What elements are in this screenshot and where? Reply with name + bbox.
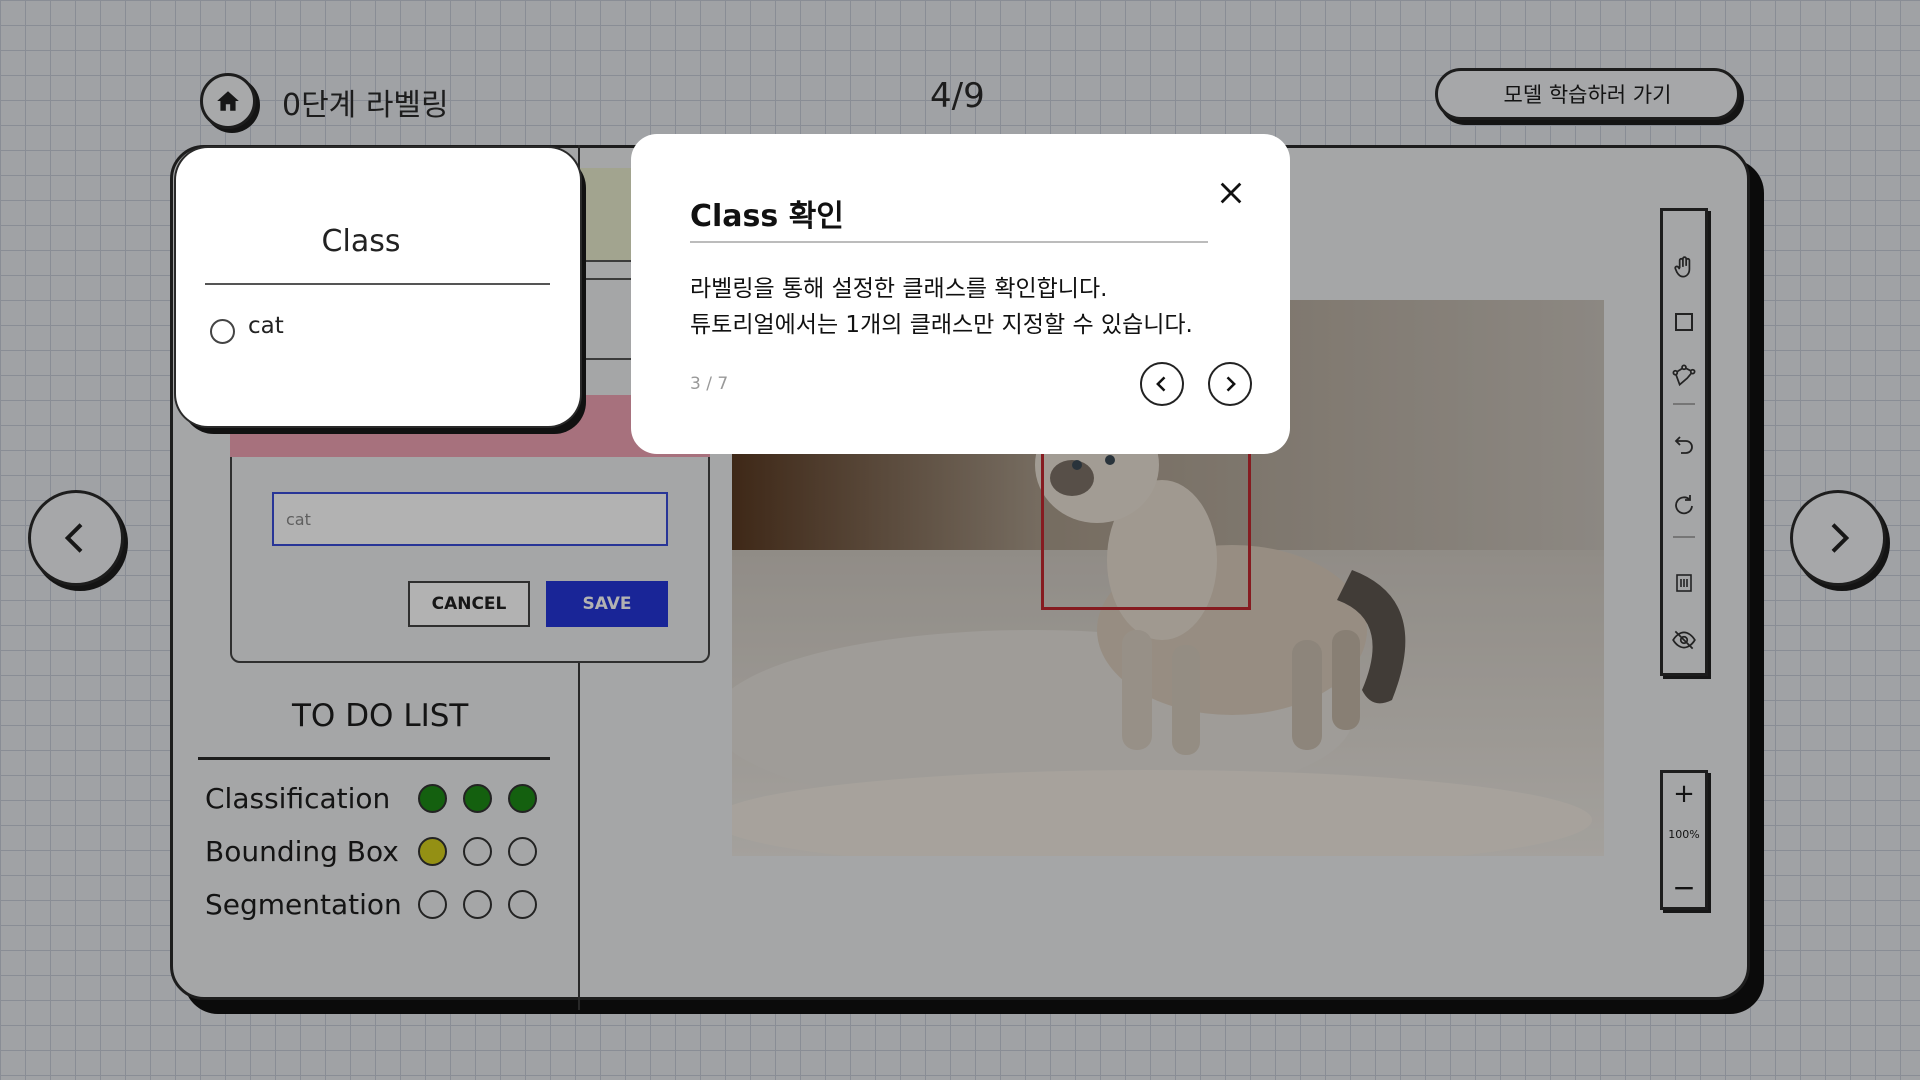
tutorial-divider (690, 241, 1208, 243)
close-tutorial-button[interactable] (1210, 172, 1252, 214)
class-radio-cat[interactable] (210, 319, 235, 344)
tutorial-pager: 3 / 7 (690, 374, 729, 394)
close-icon (1220, 182, 1242, 204)
class-panel-divider (205, 283, 550, 285)
tutorial-next-button[interactable] (1208, 362, 1252, 406)
tutorial-description-line-2: 튜토리얼에서는 1개의 클래스만 지정할 수 있습니다. (690, 312, 1193, 338)
tutorial-description-line-1: 라벨링을 통해 설정한 클래스를 확인합니다. (690, 276, 1108, 302)
tutorial-previous-button[interactable] (1140, 362, 1184, 406)
chevron-right-icon (1226, 376, 1236, 392)
tutorial-title: Class 확인 (690, 199, 844, 234)
class-panel-title: Class (321, 224, 401, 259)
chevron-left-icon (1156, 376, 1166, 392)
class-item-cat: cat (248, 313, 284, 339)
class-panel (176, 148, 580, 426)
